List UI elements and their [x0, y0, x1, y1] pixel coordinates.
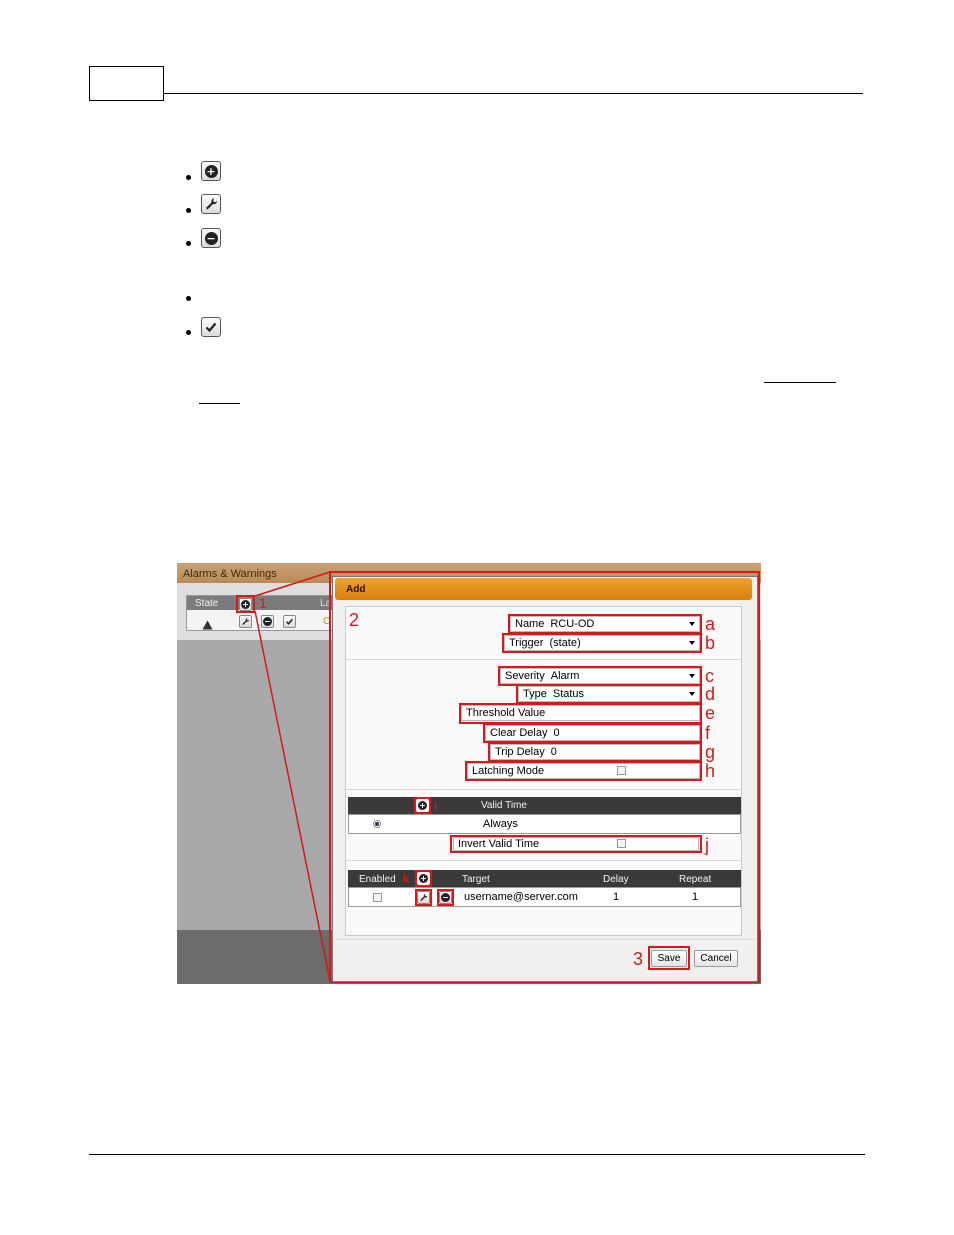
callout-2: 2	[349, 610, 360, 630]
valid-time-header-label: Valid Time	[481, 800, 527, 811]
callout-box-k-add	[415, 870, 432, 887]
repeat-value: 1	[692, 891, 699, 903]
callout-box-j	[450, 835, 702, 853]
callout-3: 3	[633, 949, 644, 969]
callout-c: c	[705, 666, 714, 686]
callout-j: j	[705, 835, 709, 855]
target-column-header: Target	[462, 874, 490, 885]
callout-box-c	[498, 666, 702, 686]
screenshot-figure: Alarms & Warnings State La C + 1 − Add 2…	[177, 563, 761, 984]
callout-box-g	[488, 742, 702, 762]
callout-g: g	[705, 742, 716, 762]
callout-box-h	[465, 761, 702, 781]
bullet	[186, 296, 191, 301]
valid-time-header	[348, 797, 741, 814]
remove-icon: −	[201, 228, 221, 248]
valid-time-row	[348, 814, 741, 834]
callout-i: i	[434, 798, 438, 814]
callout-f: f	[705, 723, 711, 743]
bullet	[186, 241, 191, 246]
callout-box-b	[502, 633, 702, 653]
delay-value: 1	[613, 891, 620, 903]
header-rule	[164, 93, 863, 94]
section-divider	[346, 860, 741, 861]
acknowledge-icon	[201, 317, 221, 337]
footer-divider	[335, 939, 755, 940]
callout-b: b	[705, 633, 716, 653]
add-icon: +	[201, 161, 221, 181]
dialog-title: Add	[346, 584, 366, 595]
callout-box-i	[414, 797, 431, 814]
link-underline[interactable]	[199, 403, 240, 404]
repeat-column-header: Repeat	[679, 874, 712, 885]
bullet	[186, 330, 191, 335]
callout-d: d	[705, 684, 716, 704]
target-enabled-checkbox[interactable]	[373, 893, 382, 902]
callout-box-a	[508, 614, 702, 634]
callout-a: a	[705, 614, 716, 634]
target-value: username@server.com	[464, 891, 578, 903]
wrench-icon	[201, 194, 221, 214]
page-number-box	[89, 66, 164, 101]
footer-rule	[89, 1154, 865, 1155]
callout-e: e	[705, 703, 716, 723]
bullet	[186, 208, 191, 213]
callout-box-e	[459, 703, 702, 724]
bullet	[186, 175, 191, 180]
enabled-column-header: Enabled	[359, 874, 396, 885]
valid-time-value: Always	[483, 818, 518, 830]
section-divider	[346, 659, 741, 660]
callout-box-d	[516, 684, 702, 704]
callout-h: h	[705, 761, 716, 781]
callout-box-3	[648, 946, 690, 970]
delay-column-header: Delay	[603, 874, 629, 885]
valid-time-radio[interactable]	[373, 820, 381, 828]
cancel-button[interactable]: Cancel	[694, 950, 738, 967]
callout-box-k-edit	[415, 889, 432, 906]
callout-k: k	[403, 871, 410, 886]
callout-box-f	[483, 723, 702, 743]
section-divider	[346, 789, 741, 790]
link-underline[interactable]	[764, 382, 836, 383]
dialog-header	[335, 578, 752, 600]
callout-box-k-delete	[437, 889, 454, 906]
